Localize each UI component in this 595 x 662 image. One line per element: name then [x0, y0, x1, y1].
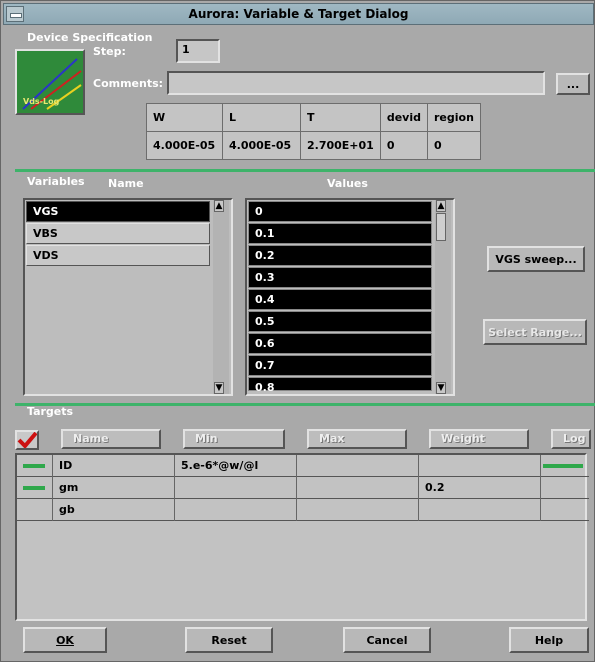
window-title: Aurora: Variable & Target Dialog [188, 7, 409, 21]
log-indicator [543, 464, 583, 468]
column-header-min[interactable]: Min [183, 429, 285, 449]
list-item[interactable]: 0 [248, 201, 432, 222]
target-name-cell[interactable]: gm [53, 477, 175, 499]
target-log-cell[interactable] [541, 499, 585, 521]
comments-field[interactable] [167, 71, 545, 95]
active-cell[interactable] [17, 477, 53, 499]
param-header-region: region [427, 103, 481, 132]
device-section-label: Device Specification [27, 31, 153, 44]
params-value-row: 4.000E-05 4.000E-05 2.700E+01 0 0 [146, 131, 481, 160]
list-item[interactable]: 0.3 [248, 267, 432, 288]
dialog-window: Aurora: Variable & Target Dialog Device … [0, 0, 595, 662]
variable-values-list[interactable]: 0 0.1 0.2 0.3 0.4 0.5 0.6 0.7 0.8 ▲ ▼ [245, 198, 455, 396]
scroll-up-icon[interactable]: ▲ [214, 200, 224, 212]
step-label: Step: [93, 45, 126, 58]
list-item[interactable]: VDS [26, 245, 210, 266]
target-weight-cell[interactable] [419, 455, 541, 477]
checkmark-icon [17, 432, 37, 448]
param-value-region[interactable]: 0 [427, 131, 481, 160]
list-item[interactable]: 0.2 [248, 245, 432, 266]
params-header-row: W L T devid region [146, 103, 481, 132]
target-max-cell[interactable] [297, 499, 419, 521]
variables-section-label: Variables [27, 175, 85, 188]
param-header-devid: devid [379, 103, 429, 132]
list-item[interactable]: 0.7 [248, 355, 432, 376]
target-name-cell[interactable]: gb [53, 499, 175, 521]
device-params-table: W L T devid region 4.000E-05 4.000E-05 2… [146, 103, 481, 160]
param-value-t[interactable]: 2.700E+01 [300, 131, 381, 160]
thumbnail-caption: Vds-Log [23, 97, 60, 106]
target-min-cell[interactable]: 5.e-6*@w/@l [175, 455, 297, 477]
scroll-down-icon[interactable]: ▼ [214, 382, 224, 394]
target-max-cell[interactable] [297, 477, 419, 499]
variables-name-header: Name [108, 177, 144, 190]
targets-table[interactable]: ID 5.e-6*@w/@l gm 0.2 gb [15, 453, 589, 621]
target-weight-cell[interactable] [419, 499, 541, 521]
list-item[interactable]: 0.4 [248, 289, 432, 310]
values-scrollbar[interactable]: ▲ ▼ [435, 200, 451, 394]
select-range-button[interactable]: Select Range... [483, 319, 587, 345]
target-log-cell[interactable] [541, 455, 585, 477]
target-select-all-checkbox[interactable] [15, 430, 39, 450]
scroll-up-icon[interactable]: ▲ [436, 200, 446, 212]
help-button-label: Help [534, 633, 564, 647]
param-header-t: T [300, 103, 381, 132]
list-item[interactable]: 0.1 [248, 223, 432, 244]
scroll-thumb[interactable] [436, 213, 446, 241]
target-log-cell[interactable] [541, 477, 585, 499]
param-value-devid[interactable]: 0 [379, 131, 429, 160]
cancel-button-label: Cancel [366, 633, 408, 647]
list-item[interactable]: 0.8 [248, 377, 432, 394]
table-row[interactable]: ID 5.e-6*@w/@l [17, 455, 589, 477]
list-item[interactable]: 0.6 [248, 333, 432, 354]
param-value-l[interactable]: 4.000E-05 [222, 131, 301, 160]
table-row[interactable]: gb [17, 499, 589, 521]
targets-section-label: Targets [27, 405, 74, 418]
help-button[interactable]: Help [509, 627, 589, 653]
comments-browse-button[interactable]: ... [556, 73, 590, 95]
reset-button[interactable]: Reset [185, 627, 273, 653]
variable-name-list[interactable]: VGS VBS VDS ▲ ▼ [23, 198, 233, 396]
comments-label: Comments: [93, 77, 164, 90]
separator-variables [15, 403, 595, 406]
list-item[interactable]: 0.5 [248, 311, 432, 332]
active-indicator [23, 464, 45, 468]
vgs-sweep-button[interactable]: VGS sweep... [487, 246, 585, 272]
column-header-weight[interactable]: Weight [429, 429, 529, 449]
target-name-cell[interactable]: ID [53, 455, 175, 477]
active-cell[interactable] [17, 455, 53, 477]
scroll-down-icon[interactable]: ▼ [436, 382, 446, 394]
variables-values-header: Values [327, 177, 368, 190]
list-item[interactable]: VBS [26, 223, 210, 244]
param-header-l: L [222, 103, 301, 132]
active-indicator [23, 486, 45, 490]
names-scrollbar[interactable]: ▲ ▼ [213, 200, 229, 394]
ok-button[interactable]: OK [23, 627, 107, 653]
reset-button-label: Reset [211, 633, 247, 647]
ok-button-label: OK [56, 633, 74, 647]
column-header-name[interactable]: Name [61, 429, 161, 449]
list-item[interactable]: VGS [26, 201, 210, 222]
title-bar[interactable]: Aurora: Variable & Target Dialog [3, 3, 594, 25]
target-max-cell[interactable] [297, 455, 419, 477]
param-value-w[interactable]: 4.000E-05 [146, 131, 223, 160]
column-header-log[interactable]: Log [551, 429, 591, 449]
cancel-button[interactable]: Cancel [343, 627, 431, 653]
target-min-cell[interactable] [175, 477, 297, 499]
table-row[interactable]: gm 0.2 [17, 477, 589, 499]
separator-device [15, 169, 595, 172]
column-header-max[interactable]: Max [307, 429, 407, 449]
target-min-cell[interactable] [175, 499, 297, 521]
step-field[interactable]: 1 [176, 39, 220, 63]
device-thumbnail: Vds-Log [15, 49, 85, 115]
target-weight-cell[interactable]: 0.2 [419, 477, 541, 499]
param-header-w: W [146, 103, 223, 132]
active-cell[interactable] [17, 499, 53, 521]
